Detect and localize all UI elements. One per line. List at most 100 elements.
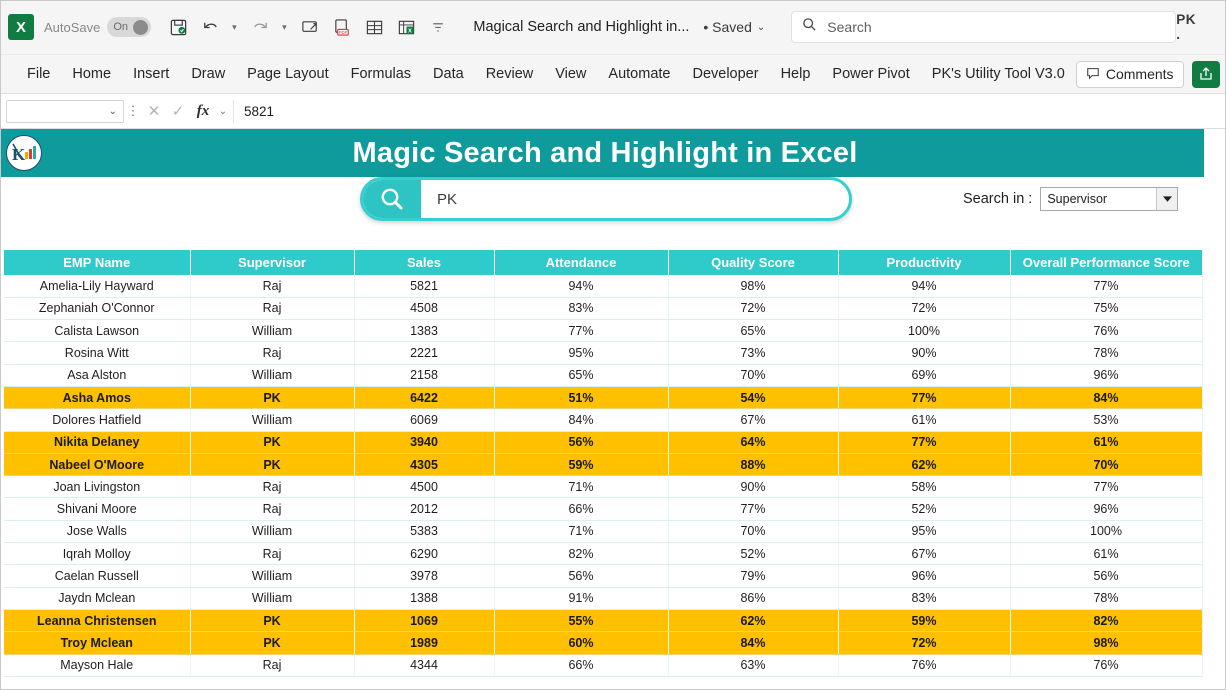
- tab-developer[interactable]: Developer: [681, 62, 769, 86]
- cell-quality-score[interactable]: 72%: [668, 297, 839, 321]
- cell-productivity[interactable]: 77%: [838, 386, 1011, 410]
- cell-emp-name[interactable]: Joan Livingston: [4, 475, 191, 499]
- cell-emp-name[interactable]: Nabeel O'Moore: [4, 453, 191, 477]
- table-row[interactable]: Caelan Russell William 3978 56% 79% 96% 56%: [4, 564, 1203, 588]
- cell-overall-performance-score[interactable]: 76%: [1010, 654, 1203, 677]
- cell-sales[interactable]: 1989: [354, 631, 495, 655]
- cell-sales[interactable]: 3940: [354, 431, 495, 454]
- cell-quality-score[interactable]: 64%: [668, 431, 839, 454]
- table-row[interactable]: Jaydn Mclean William 1388 91% 86% 83% 78%: [4, 587, 1203, 610]
- cell-attendance[interactable]: 66%: [494, 654, 669, 677]
- cell-attendance[interactable]: 94%: [494, 275, 669, 298]
- cell-overall-performance-score[interactable]: 61%: [1010, 542, 1203, 566]
- cell-sales[interactable]: 2221: [354, 341, 495, 365]
- tab-insert[interactable]: Insert: [122, 62, 180, 86]
- cell-quality-score[interactable]: 65%: [668, 319, 839, 343]
- tab-draw[interactable]: Draw: [180, 62, 236, 86]
- tab-pk-utility-tool[interactable]: PK's Utility Tool V3.0: [921, 62, 1076, 86]
- excel-app-icon[interactable]: X: [8, 14, 34, 40]
- cell-overall-performance-score[interactable]: 98%: [1010, 631, 1203, 655]
- cell-overall-performance-score[interactable]: 75%: [1010, 297, 1203, 321]
- cell-supervisor[interactable]: Raj: [190, 497, 355, 521]
- document-title[interactable]: Magical Search and Highlight in...: [473, 19, 689, 35]
- cell-sales[interactable]: 1388: [354, 587, 495, 610]
- comments-button[interactable]: Comments: [1075, 60, 1184, 88]
- redo-dropdown-icon[interactable]: ▾: [277, 22, 291, 33]
- table-row[interactable]: Troy Mclean PK 1989 60% 84% 72% 98%: [4, 631, 1203, 655]
- cell-sales[interactable]: 1069: [354, 609, 495, 633]
- table-icon[interactable]: [359, 12, 389, 42]
- cell-quality-score[interactable]: 52%: [668, 542, 839, 566]
- new-sheet-icon[interactable]: X: [391, 12, 421, 42]
- cell-overall-performance-score[interactable]: 77%: [1010, 275, 1203, 298]
- cell-attendance[interactable]: 71%: [494, 520, 669, 544]
- name-box[interactable]: ⌄: [6, 99, 124, 123]
- column-header-emp-name[interactable]: EMP Name: [4, 250, 191, 275]
- cell-supervisor[interactable]: Raj: [190, 275, 355, 298]
- cell-sales[interactable]: 2012: [354, 497, 495, 521]
- table-row[interactable]: Nabeel O'Moore PK 4305 59% 88% 62% 70%: [4, 453, 1203, 477]
- search-input[interactable]: Search: [791, 11, 1177, 43]
- tab-home[interactable]: Home: [61, 62, 122, 86]
- cell-overall-performance-score[interactable]: 77%: [1010, 475, 1203, 499]
- save-icon[interactable]: [163, 12, 193, 42]
- cell-quality-score[interactable]: 62%: [668, 609, 839, 633]
- share-button[interactable]: [1191, 60, 1220, 88]
- tab-page-layout[interactable]: Page Layout: [236, 62, 339, 86]
- cell-emp-name[interactable]: Jaydn Mclean: [4, 587, 191, 610]
- tab-data[interactable]: Data: [422, 62, 475, 86]
- cell-supervisor[interactable]: Raj: [190, 297, 355, 321]
- cell-overall-performance-score[interactable]: 70%: [1010, 453, 1203, 477]
- table-row[interactable]: Jose Walls William 5383 71% 70% 95% 100%: [4, 520, 1203, 544]
- tab-file[interactable]: File: [16, 62, 61, 86]
- cell-overall-performance-score[interactable]: 78%: [1010, 341, 1203, 365]
- cell-sales[interactable]: 4344: [354, 654, 495, 677]
- cell-attendance[interactable]: 56%: [494, 431, 669, 454]
- cell-attendance[interactable]: 95%: [494, 341, 669, 365]
- tab-view[interactable]: View: [544, 62, 597, 86]
- cell-quality-score[interactable]: 70%: [668, 364, 839, 387]
- table-row[interactable]: Shivani Moore Raj 2012 66% 77% 52% 96%: [4, 497, 1203, 521]
- cell-supervisor[interactable]: PK: [190, 631, 355, 655]
- formula-bar-options-icon[interactable]: ⋮: [124, 103, 142, 119]
- table-row[interactable]: Nikita Delaney PK 3940 56% 64% 77% 61%: [4, 431, 1203, 454]
- table-row[interactable]: Leanna Christensen PK 1069 55% 62% 59% 82%: [4, 609, 1203, 633]
- autosave-toggle[interactable]: On: [107, 17, 152, 37]
- cell-quality-score[interactable]: 90%: [668, 475, 839, 499]
- cell-productivity[interactable]: 59%: [838, 609, 1011, 633]
- cell-quality-score[interactable]: 73%: [668, 341, 839, 365]
- cell-sales[interactable]: 3978: [354, 564, 495, 588]
- cell-productivity[interactable]: 72%: [838, 297, 1011, 321]
- table-row[interactable]: Mayson Hale Raj 4344 66% 63% 76% 76%: [4, 654, 1203, 677]
- tab-help[interactable]: Help: [770, 62, 822, 86]
- cell-productivity[interactable]: 96%: [838, 564, 1011, 588]
- cell-attendance[interactable]: 51%: [494, 386, 669, 410]
- cell-emp-name[interactable]: Dolores Hatfield: [4, 408, 191, 432]
- column-header-overall-performance-score[interactable]: Overall Performance Score: [1010, 250, 1202, 275]
- account-initials[interactable]: PK .: [1176, 12, 1216, 42]
- cell-quality-score[interactable]: 67%: [668, 408, 839, 432]
- cell-productivity[interactable]: 69%: [838, 364, 1011, 387]
- cell-attendance[interactable]: 82%: [494, 542, 669, 566]
- column-header-quality-score[interactable]: Quality Score: [668, 250, 839, 275]
- cell-quality-score[interactable]: 54%: [668, 386, 839, 410]
- cell-supervisor[interactable]: William: [190, 319, 355, 343]
- cell-attendance[interactable]: 56%: [494, 564, 669, 588]
- cell-sales[interactable]: 1383: [354, 319, 495, 343]
- cell-emp-name[interactable]: Iqrah Molloy: [4, 542, 191, 566]
- cell-overall-performance-score[interactable]: 96%: [1010, 497, 1203, 521]
- cell-supervisor[interactable]: PK: [190, 609, 355, 633]
- cell-emp-name[interactable]: Leanna Christensen: [4, 609, 191, 633]
- cell-overall-performance-score[interactable]: 53%: [1010, 408, 1203, 432]
- cell-emp-name[interactable]: Rosina Witt: [4, 341, 191, 365]
- redo-icon[interactable]: [245, 12, 275, 42]
- cell-attendance[interactable]: 71%: [494, 475, 669, 499]
- cell-quality-score[interactable]: 70%: [668, 520, 839, 544]
- cell-supervisor[interactable]: Raj: [190, 341, 355, 365]
- cell-supervisor[interactable]: William: [190, 364, 355, 387]
- cell-attendance[interactable]: 91%: [494, 587, 669, 610]
- cell-supervisor[interactable]: Raj: [190, 654, 355, 677]
- cell-emp-name[interactable]: Nikita Delaney: [4, 431, 191, 454]
- cell-overall-performance-score[interactable]: 100%: [1010, 520, 1203, 544]
- cell-emp-name[interactable]: Zephaniah O'Connor: [4, 297, 191, 321]
